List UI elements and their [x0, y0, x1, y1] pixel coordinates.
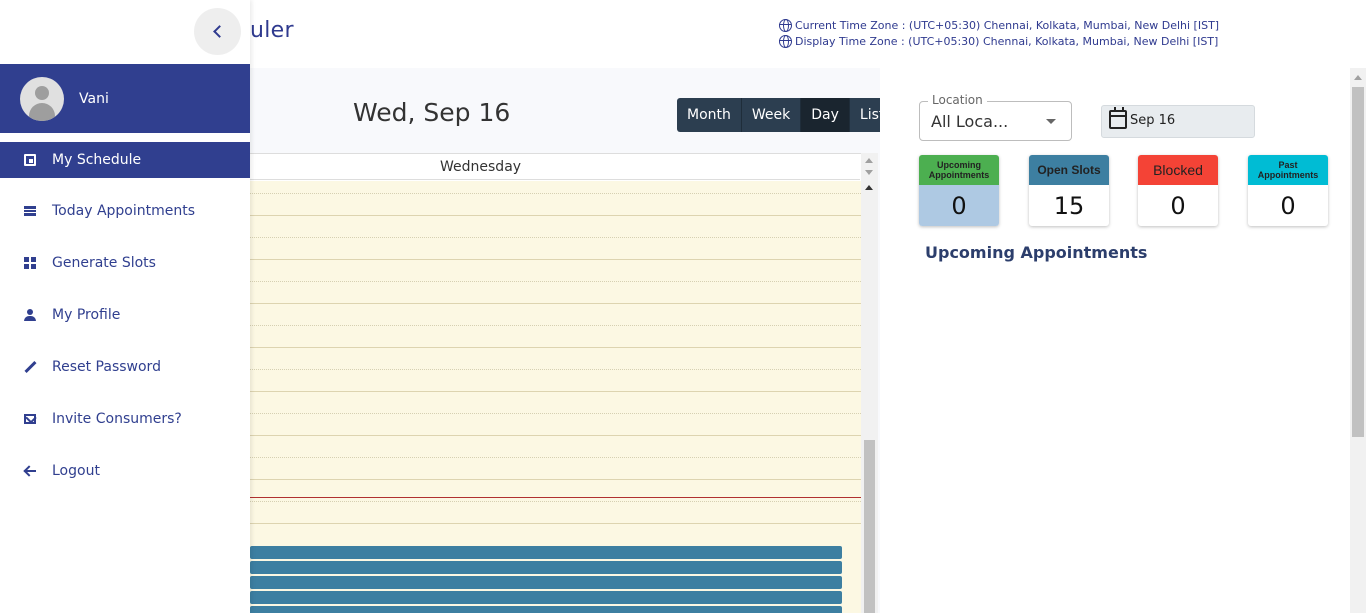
sidebar-item-today-appointments[interactable]: Today Appointments	[0, 193, 250, 229]
current-time-indicator	[250, 497, 861, 498]
app-title: uler	[250, 18, 294, 43]
location-value: All Loca...	[931, 112, 1009, 131]
slot-divider	[250, 193, 861, 194]
sidebar-item-my-schedule[interactable]: My Schedule	[0, 142, 250, 178]
slot-divider	[250, 303, 861, 304]
display-timezone-text: Display Time Zone : (UTC+05:30) Chennai,…	[795, 35, 1219, 48]
calendar-scroll-thumb[interactable]	[864, 440, 875, 613]
slot-divider	[250, 259, 861, 260]
slot-divider	[250, 413, 861, 414]
open-slot-event[interactable]	[250, 561, 842, 574]
dashboard-icon	[24, 257, 36, 269]
stat-value: 0	[1170, 191, 1186, 220]
month-view-button[interactable]: Month	[677, 98, 742, 132]
stat-value: 0	[919, 185, 999, 226]
slot-divider	[250, 501, 861, 502]
slot-divider	[250, 479, 861, 480]
sidebar-item-invite-consumers[interactable]: Invite Consumers?	[0, 401, 250, 437]
open-slot-event[interactable]	[250, 576, 842, 589]
scroll-down-arrow[interactable]	[865, 170, 873, 175]
collapse-sidebar-button[interactable]	[194, 8, 241, 55]
stat-label: Blocked	[1138, 155, 1218, 185]
sidebar-item-label: Invite Consumers?	[52, 411, 182, 427]
calendar-date-title: Wed, Sep 16	[353, 98, 511, 127]
slot-divider	[250, 457, 861, 458]
sidebar-item-label: Today Appointments	[52, 203, 196, 219]
stat-label: Upcoming Appointments	[919, 155, 999, 185]
sidebar-item-reset-password[interactable]: Reset Password	[0, 349, 250, 385]
current-timezone: Current Time Zone : (UTC+05:30) Chennai,…	[779, 19, 1219, 32]
slot-divider	[250, 391, 861, 392]
slot-divider	[250, 215, 861, 216]
slot-divider	[250, 237, 861, 238]
stat-value: 0	[1280, 191, 1296, 220]
sidebar-item-label: Generate Slots	[52, 255, 156, 271]
list-icon	[24, 206, 36, 216]
slot-divider	[250, 347, 861, 348]
time-slots-area[interactable]	[250, 181, 861, 613]
stat-label: Open Slots	[1029, 155, 1109, 185]
date-picker-value: Sep 16	[1130, 113, 1176, 128]
upcoming-appointments-card[interactable]: Upcoming Appointments 0	[919, 155, 999, 226]
past-appointments-card[interactable]: Past Appointments 0	[1248, 155, 1328, 226]
sidebar-item-label: Logout	[52, 463, 100, 479]
day-calendar-grid: Wednesday	[250, 153, 878, 613]
location-label: Location	[928, 93, 987, 107]
scroll-up-arrow[interactable]	[865, 185, 873, 190]
slot-divider	[250, 435, 861, 436]
blocked-card[interactable]: Blocked 0	[1138, 155, 1218, 226]
sidebar-item-generate-slots[interactable]: Generate Slots	[0, 245, 250, 281]
arrow-back-icon	[24, 465, 36, 477]
day-column-header: Wednesday	[250, 154, 860, 180]
sidebar-item-label: Reset Password	[52, 359, 161, 375]
chevron-left-icon	[213, 25, 226, 38]
scroll-up-arrow[interactable]	[865, 158, 873, 163]
globe-icon	[779, 19, 792, 32]
sidebar: Vani My Schedule Today Appointments Gene…	[0, 0, 250, 613]
dropdown-caret-icon	[1046, 119, 1056, 124]
app-page: uler Current Time Zone : (UTC+05:30) Che…	[0, 0, 1366, 613]
current-timezone-text: Current Time Zone : (UTC+05:30) Chennai,…	[795, 19, 1220, 32]
week-view-button[interactable]: Week	[741, 98, 802, 132]
pencil-icon	[24, 361, 36, 373]
person-icon	[24, 309, 36, 321]
slot-divider	[250, 281, 861, 282]
stat-label: Past Appointments	[1248, 155, 1328, 185]
page-scroll-up-arrow[interactable]	[1354, 75, 1362, 80]
globe-icon	[779, 35, 792, 48]
sidebar-item-my-profile[interactable]: My Profile	[0, 297, 250, 333]
day-view-button[interactable]: Day	[801, 98, 850, 132]
sidebar-item-label: My Schedule	[52, 152, 142, 168]
page-scroll-thumb[interactable]	[1352, 87, 1364, 437]
slot-divider	[250, 369, 861, 370]
calendar-icon[interactable]	[1109, 107, 1127, 129]
right-panel	[880, 68, 1350, 613]
slot-divider	[250, 523, 861, 524]
calendar-icon	[24, 154, 36, 166]
sidebar-item-label: My Profile	[52, 307, 121, 323]
open-slot-event[interactable]	[250, 606, 842, 613]
slot-divider	[250, 325, 861, 326]
sidebar-item-logout[interactable]: Logout	[0, 453, 250, 489]
avatar	[20, 76, 64, 121]
display-timezone: Display Time Zone : (UTC+05:30) Chennai,…	[779, 35, 1218, 48]
stat-value: 15	[1053, 191, 1085, 220]
open-slot-event[interactable]	[250, 591, 842, 604]
user-name: Vani	[79, 90, 109, 107]
open-slots-card[interactable]: Open Slots 15	[1029, 155, 1109, 226]
open-slot-event[interactable]	[250, 546, 842, 559]
user-profile-band: Vani	[0, 64, 250, 133]
calendar-view-switcher: Month Week Day List	[677, 98, 895, 132]
upcoming-appointments-heading: Upcoming Appointments	[925, 243, 1148, 262]
mail-icon	[24, 414, 36, 424]
